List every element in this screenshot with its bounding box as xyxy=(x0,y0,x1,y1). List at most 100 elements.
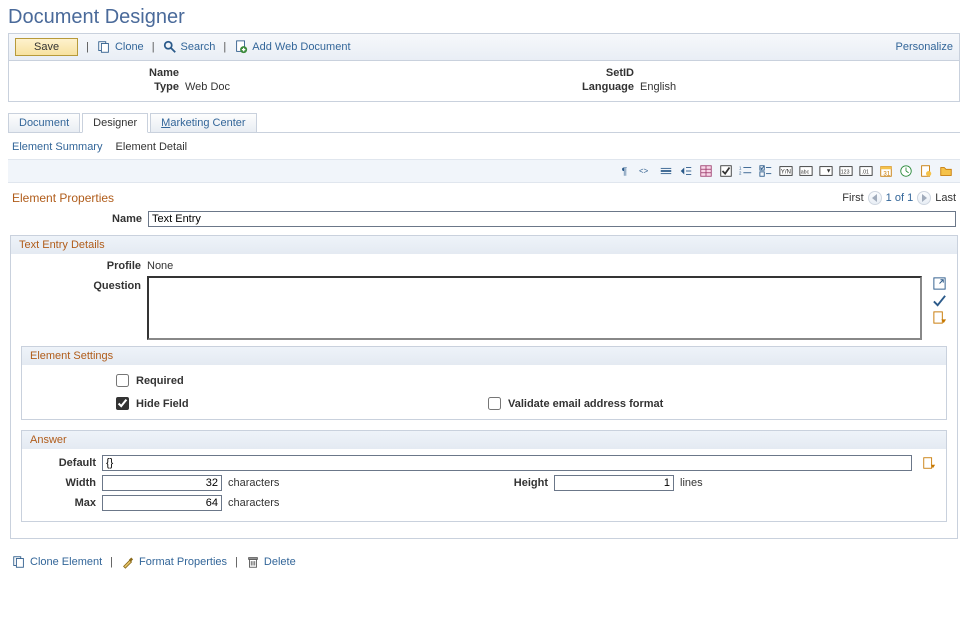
last-label: Last xyxy=(935,192,956,204)
tab-document[interactable]: Document xyxy=(8,113,80,133)
search-link[interactable]: Search xyxy=(163,40,216,54)
separator: | xyxy=(110,556,113,568)
separator: | xyxy=(150,41,157,53)
validate-email-checkbox[interactable] xyxy=(488,397,501,410)
search-label: Search xyxy=(181,41,216,53)
subtab-element-detail: Element Detail xyxy=(116,141,188,153)
separator: | xyxy=(221,41,228,53)
pilcrow-icon[interactable]: ¶ xyxy=(618,163,634,179)
max-label: Max xyxy=(32,497,96,509)
text-entry-details-panel: Text Entry Details Profile None Question… xyxy=(10,235,958,539)
trash-icon xyxy=(246,555,260,569)
height-label: Height xyxy=(484,477,548,489)
subtab-element-summary[interactable]: Element Summary xyxy=(12,141,102,153)
outdent-icon[interactable] xyxy=(678,163,694,179)
document-info-box: Name SetID Type Web Doc Language English xyxy=(8,60,960,102)
expand-icon[interactable] xyxy=(932,276,947,291)
hide-field-text: Hide Field xyxy=(136,398,189,410)
save-button[interactable]: Save xyxy=(15,38,78,56)
clone-icon xyxy=(97,40,111,54)
svg-text:31: 31 xyxy=(883,170,890,177)
sub-tabs: Element Summary Element Detail xyxy=(8,135,960,159)
delete-label: Delete xyxy=(264,556,296,568)
text-entry-details-header: Text Entry Details xyxy=(11,236,957,254)
element-settings-header: Element Settings xyxy=(22,347,946,365)
checkbox-list-icon[interactable] xyxy=(758,163,774,179)
table-icon[interactable] xyxy=(698,163,714,179)
info-name-label: Name xyxy=(29,67,179,79)
first-label: First xyxy=(842,192,863,204)
element-name-row: Name xyxy=(10,209,958,235)
lookup-icon[interactable] xyxy=(932,310,947,325)
element-name-label: Name xyxy=(12,213,142,225)
width-suffix: characters xyxy=(228,477,279,489)
format-properties-label: Format Properties xyxy=(139,556,227,568)
calendar-icon[interactable]: 31 xyxy=(878,163,894,179)
hide-field-checkbox[interactable] xyxy=(116,397,129,410)
prev-button[interactable] xyxy=(868,191,882,205)
format-properties-link[interactable]: Format Properties xyxy=(121,555,227,569)
profile-label: Profile xyxy=(21,260,141,272)
separator: | xyxy=(84,41,91,53)
validate-email-checkbox-label[interactable]: Validate email address format xyxy=(484,394,663,413)
info-setid-label: SetID xyxy=(484,67,634,79)
checkbox-icon[interactable] xyxy=(718,163,734,179)
delete-link[interactable]: Delete xyxy=(246,555,296,569)
text-icon[interactable]: abc xyxy=(798,163,814,179)
svg-text:1: 1 xyxy=(739,165,742,170)
clone-label: Clone xyxy=(115,41,144,53)
default-label: Default xyxy=(32,457,96,469)
default-lookup-icon[interactable] xyxy=(922,456,936,470)
personalize-link[interactable]: Personalize xyxy=(896,41,953,53)
horizontal-rule-icon[interactable] xyxy=(658,163,674,179)
tab-bar: Document Designer Marketing Center xyxy=(8,112,960,133)
svg-text:.01: .01 xyxy=(862,170,869,176)
required-checkbox[interactable] xyxy=(116,374,129,387)
hide-field-checkbox-label[interactable]: Hide Field xyxy=(112,394,484,413)
pager-text[interactable]: 1 of 1 xyxy=(886,192,914,204)
footer-actions: Clone Element | Format Properties | Dele… xyxy=(8,549,960,575)
clone-element-icon xyxy=(12,555,26,569)
dropdown-icon[interactable] xyxy=(818,163,834,179)
clock-icon[interactable] xyxy=(898,163,914,179)
question-textarea[interactable] xyxy=(147,276,922,340)
required-checkbox-label[interactable]: Required xyxy=(112,371,484,390)
profile-value: None xyxy=(147,260,173,272)
svg-text:abc: abc xyxy=(801,170,810,176)
info-type-label: Type xyxy=(29,81,179,93)
element-settings-panel: Element Settings Required Hide Field xyxy=(21,346,947,420)
answer-header: Answer xyxy=(22,431,946,449)
width-input[interactable] xyxy=(102,475,222,491)
tab-marketing-center[interactable]: Marketing Center xyxy=(150,113,256,133)
element-name-input[interactable] xyxy=(148,211,956,227)
tab-designer[interactable]: Designer xyxy=(82,113,148,133)
page-title: Document Designer xyxy=(8,6,960,29)
default-input[interactable] xyxy=(102,455,912,471)
spellcheck-icon[interactable] xyxy=(932,293,947,308)
decimal-icon[interactable]: .01 xyxy=(858,163,874,179)
code-icon[interactable]: <> xyxy=(638,163,654,179)
document-icon[interactable] xyxy=(918,163,934,179)
next-button[interactable] xyxy=(917,191,931,205)
max-suffix: characters xyxy=(228,497,279,509)
validate-email-text: Validate email address format xyxy=(508,398,663,410)
svg-text:<>: <> xyxy=(639,167,649,176)
pager: First 1 of 1 Last xyxy=(842,191,956,205)
info-language-value: English xyxy=(640,81,676,93)
svg-text:Y/N: Y/N xyxy=(781,169,791,176)
folder-icon[interactable] xyxy=(938,163,954,179)
clone-element-link[interactable]: Clone Element xyxy=(12,555,102,569)
max-input[interactable] xyxy=(102,495,222,511)
answer-panel: Answer Default Width characters xyxy=(21,430,947,522)
numbered-list-icon[interactable]: 12 xyxy=(738,163,754,179)
element-properties-title: Element Properties xyxy=(12,191,114,205)
height-suffix: lines xyxy=(680,477,703,489)
element-properties-header: Element Properties First 1 of 1 Last xyxy=(10,191,958,209)
yes-no-icon[interactable]: Y/N xyxy=(778,163,794,179)
add-web-document-link[interactable]: Add Web Document xyxy=(234,40,350,54)
height-input[interactable] xyxy=(554,475,674,491)
add-document-icon xyxy=(234,40,248,54)
info-language-label: Language xyxy=(484,81,634,93)
number-icon[interactable]: 123 xyxy=(838,163,854,179)
clone-link[interactable]: Clone xyxy=(97,40,144,54)
